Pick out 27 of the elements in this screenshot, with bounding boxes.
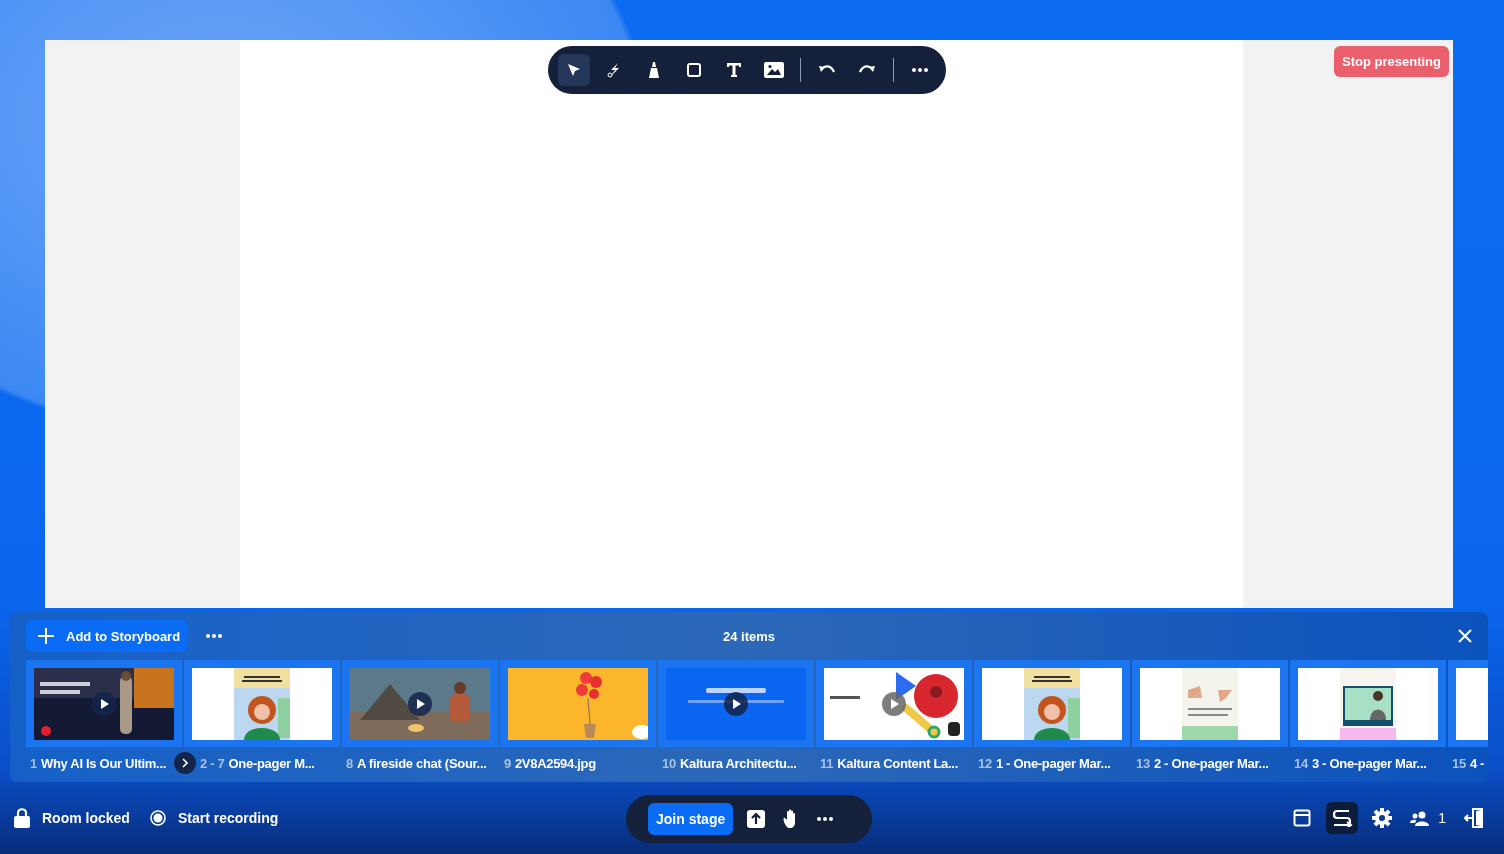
item-number: 14 (1294, 755, 1308, 771)
people-button[interactable]: 1 (1406, 802, 1450, 834)
item-title: 1 - One-pager Mar... (995, 755, 1111, 771)
item-number: 11 (820, 755, 834, 771)
item-number: 2 - 7 (200, 755, 225, 771)
stop-presenting-button[interactable]: Stop presenting (1334, 46, 1449, 77)
item-title: 4 - (1469, 755, 1485, 771)
item-number: 10 (662, 755, 676, 771)
item-title: One-pager M... (228, 755, 315, 771)
item-title: 2V8A2594.jpg (514, 755, 596, 771)
item-number: 1 (30, 755, 37, 771)
item-title: Kaltura Content La... (837, 755, 958, 771)
item-title: Kaltura Architectu... (679, 755, 797, 771)
item-number: 13 (1136, 755, 1150, 771)
item-number: 9 (504, 755, 511, 771)
item-number: 12 (978, 755, 992, 771)
item-title: 3 - One-pager Mar... (1311, 755, 1427, 771)
item-number: 15 (1452, 755, 1466, 771)
start-recording-button[interactable]: Start recording (149, 810, 279, 826)
item-title: A fireside chat (Sour... (356, 755, 487, 771)
item-number: 8 (346, 755, 353, 771)
item-count: 24 items (723, 628, 775, 644)
join-stage-button[interactable]: Join stage (648, 803, 734, 835)
room-status: Room locked (42, 810, 130, 826)
item-title: 2 - One-pager Mar... (1153, 755, 1269, 771)
add-to-storyboard-button[interactable]: Add to Storyboard (26, 620, 189, 652)
item-title: Why AI Is Our Ultim... (40, 755, 167, 771)
